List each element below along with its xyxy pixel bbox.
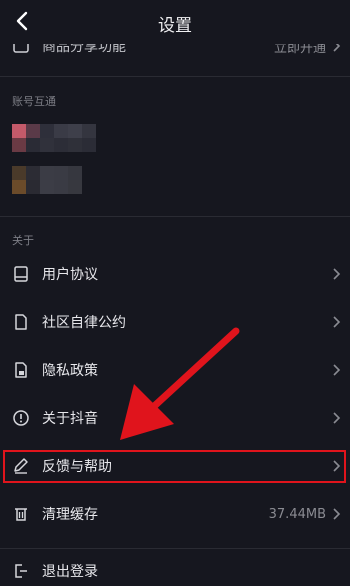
user-agreement-label: 用户协议	[42, 267, 98, 283]
document-icon	[10, 311, 32, 333]
chevron-right-icon	[333, 508, 341, 520]
privacy-policy-label: 隐私政策	[42, 363, 98, 379]
chevron-right-icon	[333, 268, 341, 280]
page-title: 设置	[158, 16, 192, 36]
community-guidelines-row[interactable]: 社区自律公约	[0, 298, 350, 346]
book-icon	[10, 263, 32, 285]
community-guidelines-label: 社区自律公约	[42, 315, 126, 331]
clear-cache-label: 清理缓存	[42, 507, 98, 523]
nav-header: 设置	[0, 0, 350, 44]
chevron-right-icon	[333, 412, 341, 424]
about-douyin-row[interactable]: 关于抖音	[0, 394, 350, 442]
logout-row[interactable]: 退出登录	[0, 556, 350, 586]
divider	[0, 548, 350, 549]
linked-account-avatar[interactable]	[12, 124, 96, 138]
privacy-policy-row[interactable]: 隐私政策	[0, 346, 350, 394]
section-title-accounts: 账号互通	[12, 95, 56, 108]
logout-icon	[10, 560, 32, 582]
user-agreement-row[interactable]: 用户协议	[0, 250, 350, 298]
divider	[0, 76, 350, 77]
chevron-right-icon	[333, 316, 341, 328]
linked-account-avatar[interactable]	[12, 138, 96, 152]
logout-label: 退出登录	[42, 564, 98, 580]
chevron-right-icon	[333, 364, 341, 376]
clear-cache-row[interactable]: 清理缓存 37.44MB	[0, 490, 350, 538]
about-douyin-label: 关于抖音	[42, 411, 98, 427]
highlight-box	[3, 450, 346, 483]
trash-icon	[10, 503, 32, 525]
section-title-about: 关于	[12, 234, 34, 247]
linked-account-avatar[interactable]	[12, 166, 82, 180]
cache-size-value: 37.44MB	[268, 506, 326, 522]
divider	[0, 216, 350, 217]
lock-document-icon	[10, 359, 32, 381]
linked-account-avatar[interactable]	[12, 180, 82, 194]
info-icon	[10, 407, 32, 429]
